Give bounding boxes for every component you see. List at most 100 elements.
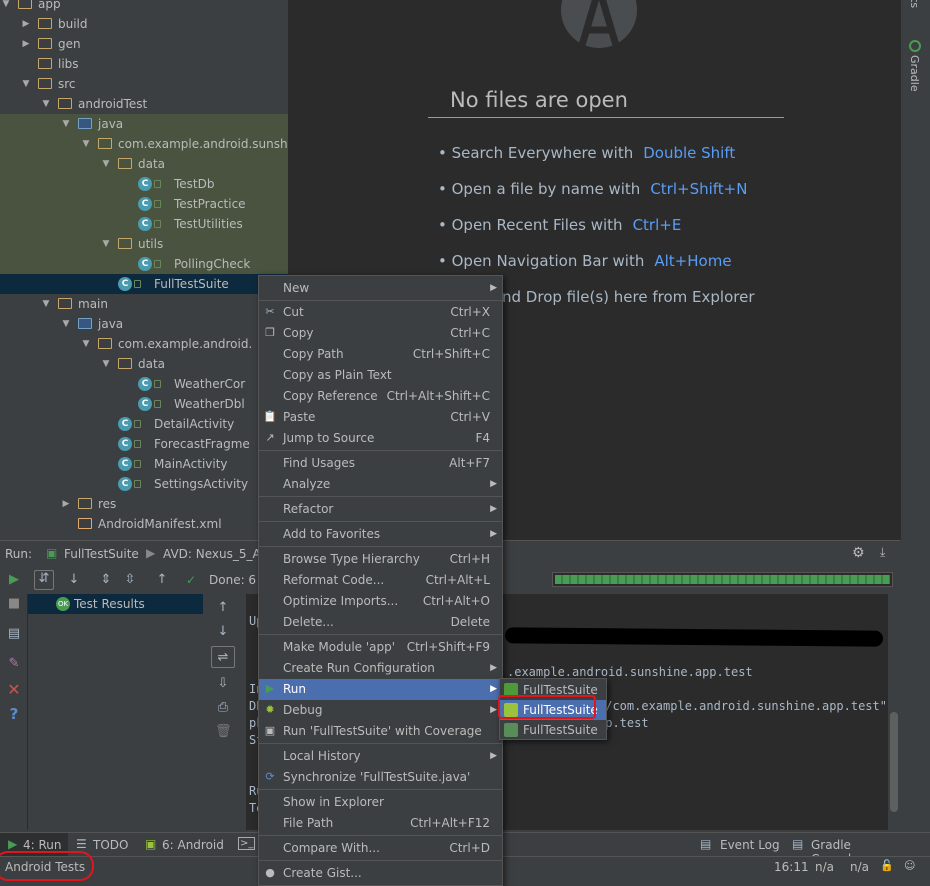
- tree-item[interactable]: ▼ com.example.android.sunshi: [0, 134, 288, 154]
- encoding[interactable]: n/a: [850, 860, 869, 874]
- expand-arrow-icon[interactable]: ▼: [40, 94, 52, 114]
- hector-icon[interactable]: ☺: [904, 859, 915, 872]
- expand-all-icon[interactable]: ⇕: [98, 572, 114, 588]
- menu-item-cut[interactable]: ✂ Cut Ctrl+X: [259, 302, 502, 323]
- tree-item[interactable]: C TestUtilities: [0, 214, 288, 234]
- menu-item-browse-type-hierarchy[interactable]: Browse Type Hierarchy Ctrl+H: [259, 549, 502, 570]
- expand-arrow-icon[interactable]: ▼: [60, 314, 72, 334]
- menu-item-analyze[interactable]: Analyze ▶: [259, 474, 502, 495]
- expand-arrow-icon[interactable]: ▶: [20, 34, 32, 54]
- tree-item[interactable]: ▼ com.example.android.: [0, 334, 288, 354]
- tab-event-log[interactable]: ▤ Event Log: [700, 833, 780, 857]
- collapse-all-icon[interactable]: ⇳: [122, 572, 138, 588]
- tool-tab-cts[interactable]: cts: [908, 0, 921, 8]
- menu-item-optimize-imports[interactable]: Optimize Imports... Ctrl+Alt+O: [259, 591, 502, 612]
- menu-item-find-usages[interactable]: Find Usages Alt+F7: [259, 453, 502, 474]
- print-icon[interactable]: ⎙: [215, 700, 231, 716]
- tree-item[interactable]: ▶ res: [0, 494, 288, 514]
- menu-item-create-run-configuration[interactable]: Create Run Configuration ▶: [259, 658, 502, 679]
- tree-item[interactable]: ▼ app: [0, 0, 288, 14]
- menu-item-copy[interactable]: ❐ Copy Ctrl+C: [259, 323, 502, 344]
- menu-item-compare-with[interactable]: Compare With... Ctrl+D: [259, 838, 502, 859]
- line-separator[interactable]: n/a: [815, 860, 834, 874]
- expand-arrow-icon[interactable]: ▼: [40, 294, 52, 314]
- menu-item-create-gist[interactable]: ● Create Gist...: [259, 863, 502, 884]
- menu-item-file-path[interactable]: File Path Ctrl+Alt+F12: [259, 813, 502, 834]
- help-icon[interactable]: ?: [6, 706, 22, 722]
- tree-item[interactable]: ▼ main: [0, 294, 288, 314]
- lock-icon[interactable]: 🔓: [880, 859, 894, 872]
- tab-android[interactable]: ▣ 6: Android: [145, 833, 230, 857]
- scroll-to-end-icon[interactable]: ⇩: [215, 676, 231, 692]
- menu-item-new[interactable]: New ▶: [259, 278, 502, 299]
- run-config-tab[interactable]: FullTestSuite: [64, 547, 139, 561]
- tree-item[interactable]: ▼ src: [0, 74, 288, 94]
- expand-arrow-icon[interactable]: ▼: [0, 0, 12, 14]
- menu-item-jump-to-source[interactable]: ↗ Jump to Source F4: [259, 428, 502, 449]
- tree-item[interactable]: ▼ androidTest: [0, 94, 288, 114]
- tree-item[interactable]: C DetailActivity: [0, 414, 288, 434]
- test-results-row[interactable]: OK Test Results: [28, 594, 203, 614]
- run-submenu-item[interactable]: FullTestSuite: [500, 720, 606, 740]
- menu-item-reformat-code[interactable]: Reformat Code... Ctrl+Alt+L: [259, 570, 502, 591]
- tree-item[interactable]: libs: [0, 54, 288, 74]
- menu-item-run-fulltestsuite-with-coverage[interactable]: ▣ Run 'FullTestSuite' with Coverage: [259, 721, 502, 742]
- tab-terminal[interactable]: >_: [238, 833, 258, 857]
- tree-item[interactable]: C TestDb: [0, 174, 288, 194]
- menu-item-local-history[interactable]: Local History ▶: [259, 746, 502, 767]
- console-scrollbar[interactable]: [888, 594, 900, 830]
- soft-wrap-icon[interactable]: ⇌: [211, 646, 235, 668]
- tree-item[interactable]: C MainActivity: [0, 454, 288, 474]
- expand-arrow-icon[interactable]: ▼: [100, 354, 112, 374]
- menu-item-copy-as-plain-text[interactable]: Copy as Plain Text: [259, 365, 502, 386]
- scroll-thumb[interactable]: [890, 712, 898, 812]
- tree-item[interactable]: C PollingCheck: [0, 254, 288, 274]
- menu-item-synchronize-fulltestsuite-java[interactable]: ⟳ Synchronize 'FullTestSuite.java': [259, 767, 502, 788]
- tree-item[interactable]: C WeatherDbl: [0, 394, 288, 414]
- tree-item[interactable]: ▶ build: [0, 14, 288, 34]
- tree-item[interactable]: ▶ gen: [0, 34, 288, 54]
- tree-item[interactable]: C SettingsActivity: [0, 474, 288, 494]
- stop-icon[interactable]: ■: [6, 596, 22, 612]
- layout-icon[interactable]: ▤: [6, 626, 22, 642]
- tree-item[interactable]: ▼ java: [0, 314, 288, 334]
- menu-item-add-to-favorites[interactable]: Add to Favorites ▶: [259, 524, 502, 545]
- tree-item[interactable]: C ForecastFragme: [0, 434, 288, 454]
- tree-item[interactable]: AndroidManifest.xml: [0, 514, 288, 534]
- caret-position[interactable]: 16:11: [774, 860, 809, 874]
- tree-item[interactable]: C TestPractice: [0, 194, 288, 214]
- expand-arrow-icon[interactable]: ▼: [20, 74, 32, 94]
- clear-all-icon[interactable]: 🗑: [215, 724, 232, 740]
- down-icon[interactable]: ↓: [215, 624, 231, 640]
- hide-panel-icon[interactable]: ⤓: [880, 545, 885, 560]
- tree-item[interactable]: ▼ data: [0, 354, 288, 374]
- show-passed-icon[interactable]: ⇵: [34, 570, 54, 590]
- gear-icon[interactable]: ⚙: [852, 545, 865, 561]
- menu-item-refactor[interactable]: Refactor ▶: [259, 499, 502, 520]
- close-icon[interactable]: ✕: [6, 682, 22, 698]
- expand-arrow-icon[interactable]: ▼: [100, 154, 112, 174]
- menu-item-run[interactable]: ▶ Run ▶: [259, 679, 502, 700]
- expand-arrow-icon[interactable]: ▼: [80, 334, 92, 354]
- tree-item[interactable]: C FullTestSuite: [0, 274, 288, 294]
- expand-arrow-icon[interactable]: ▶: [20, 14, 32, 34]
- tool-tab-gradle[interactable]: Gradle: [908, 55, 921, 92]
- tree-item[interactable]: ▼ utils: [0, 234, 288, 254]
- rerun-icon[interactable]: ▶: [6, 572, 22, 588]
- menu-item-debug[interactable]: ✹ Debug ▶: [259, 700, 502, 721]
- menu-item-paste[interactable]: 📋 Paste Ctrl+V: [259, 407, 502, 428]
- tree-item[interactable]: C WeatherCor: [0, 374, 288, 394]
- sort-alpha-icon[interactable]: ↓: [66, 572, 82, 588]
- menu-item-make-module-app[interactable]: Make Module 'app' Ctrl+Shift+F9: [259, 637, 502, 658]
- expand-arrow-icon[interactable]: ▼: [100, 234, 112, 254]
- expand-arrow-icon[interactable]: ▼: [80, 134, 92, 154]
- tree-item[interactable]: ▼ data: [0, 154, 288, 174]
- tab-gradle-console[interactable]: ▤ Gradle Console: [792, 833, 902, 866]
- pin-icon[interactable]: ✎: [6, 656, 22, 672]
- menu-item-copy-path[interactable]: Copy Path Ctrl+Shift+C: [259, 344, 502, 365]
- expand-arrow-icon[interactable]: ▼: [60, 114, 72, 134]
- menu-item-copy-reference[interactable]: Copy Reference Ctrl+Alt+Shift+C: [259, 386, 502, 407]
- menu-item-delete[interactable]: Delete... Delete: [259, 612, 502, 633]
- tree-item[interactable]: ▼ java: [0, 114, 288, 134]
- menu-item-show-in-explorer[interactable]: Show in Explorer: [259, 792, 502, 813]
